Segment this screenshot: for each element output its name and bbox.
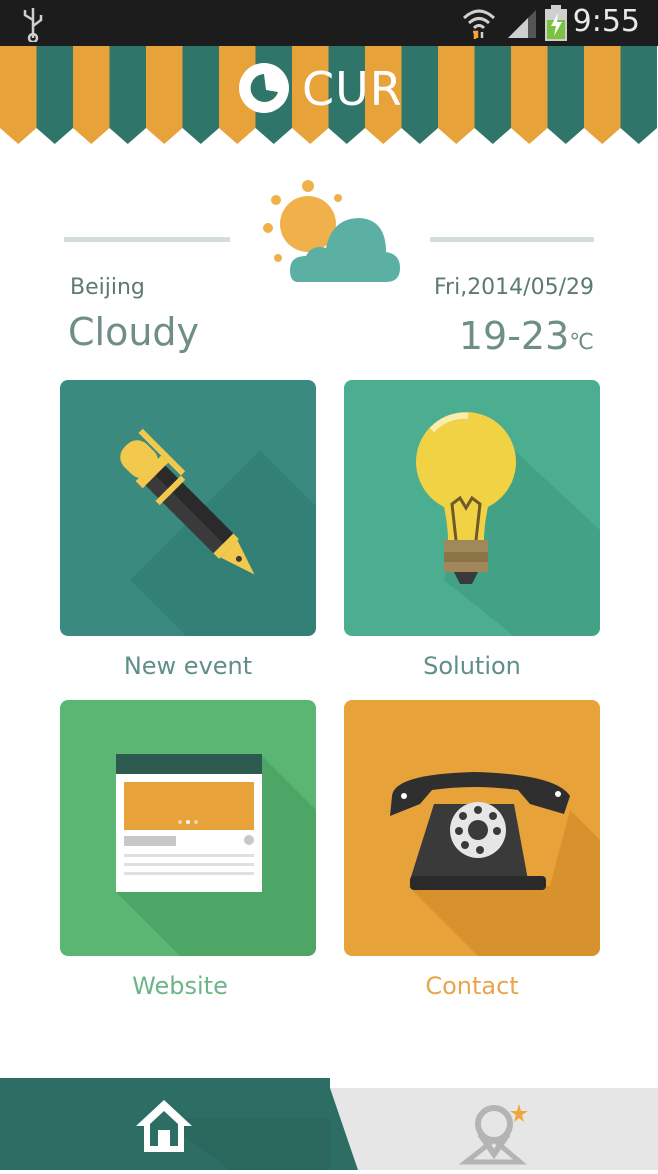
partly-cloudy-icon <box>263 180 400 282</box>
tile-label-website[interactable]: Website <box>52 972 308 1000</box>
fountain-pen-icon <box>120 428 316 636</box>
tile-label-new-event[interactable]: New event <box>60 652 316 680</box>
awning-stripe <box>584 46 621 144</box>
status-bar: 9:55 <box>0 0 658 46</box>
battery-charging-icon <box>545 5 567 41</box>
awning-stripe <box>0 46 37 144</box>
weather-divider-left <box>64 237 230 242</box>
temp-range: 19-23 <box>458 314 570 358</box>
weather-temperature: 19-23℃ <box>459 314 594 358</box>
web-page-icon <box>116 754 316 956</box>
tile-new-event[interactable] <box>60 380 316 636</box>
awning-stripe <box>73 46 110 144</box>
logo-text: CUR <box>302 62 403 116</box>
logo-mark-icon <box>239 63 289 113</box>
app-logo: CUR <box>236 58 411 118</box>
tile-website[interactable] <box>60 700 316 956</box>
wifi-icon <box>462 9 496 39</box>
light-bulb-icon <box>416 412 600 636</box>
status-time: 9:55 <box>572 4 640 39</box>
signal-icon <box>508 10 536 38</box>
weather-city: Beijing <box>70 275 145 300</box>
weather-date: Fri,2014/05/29 <box>433 275 594 300</box>
awning-stripe <box>474 46 511 144</box>
awning-stripe <box>511 46 548 144</box>
awning-stripe <box>438 46 475 144</box>
temp-unit: ℃ <box>569 330 594 355</box>
tile-label-contact[interactable]: Contact <box>344 972 600 1000</box>
awning-stripe <box>109 46 146 144</box>
awning-stripe <box>146 46 183 144</box>
telephone-icon <box>390 772 600 956</box>
location-pin-icon <box>330 1088 528 1170</box>
usb-icon <box>23 8 43 42</box>
awning-stripe <box>36 46 73 144</box>
tile-label-solution[interactable]: Solution <box>344 652 600 680</box>
awning-stripe <box>620 46 657 144</box>
tile-solution[interactable] <box>344 380 600 636</box>
awning-stripe <box>547 46 584 144</box>
nav-home-tab[interactable] <box>0 1078 330 1170</box>
tile-contact[interactable] <box>344 700 600 956</box>
weather-condition: Cloudy <box>68 310 200 354</box>
awning-stripe <box>182 46 219 144</box>
home-icon <box>136 1100 330 1170</box>
weather-divider-right <box>430 237 594 242</box>
bottom-nav <box>0 1078 658 1170</box>
nav-location-tab[interactable] <box>330 1088 658 1170</box>
